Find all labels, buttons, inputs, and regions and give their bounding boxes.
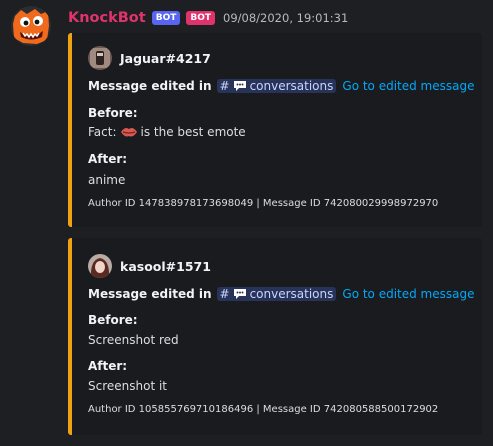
bot-tag: BOT <box>186 11 216 25</box>
author-avatar[interactable] <box>88 46 112 70</box>
edited-in-label: Message edited in <box>88 79 212 93</box>
embed-footer: Author ID 147838978173698049 | Message I… <box>88 198 439 209</box>
embed-title: Message edited in # conversations Go to … <box>88 287 475 301</box>
embed-author: Jaguar#4217 <box>88 46 211 70</box>
before-label: Before: <box>88 106 138 120</box>
channel-mention[interactable]: # conversations <box>216 287 337 301</box>
before-label: Before: <box>88 313 138 327</box>
bot-avatar[interactable] <box>11 6 51 46</box>
channel-mention[interactable]: # conversations <box>216 79 337 93</box>
embed-footer: Author ID 105855769710186496 | Message I… <box>88 404 439 415</box>
edit-log-embed: kasool#1571 Message edited in # conversa… <box>68 238 482 435</box>
after-label: After: <box>88 152 128 166</box>
message-header: KnockBot BOT BOT 09/08/2020, 19:01:31 <box>68 8 348 28</box>
anime-girl-avatar-icon <box>88 254 112 278</box>
after-value: anime <box>88 173 126 187</box>
drink-photo-avatar-icon <box>88 46 112 70</box>
after-label: After: <box>88 359 128 373</box>
edit-log-embed: Jaguar#4217 Message edited in # conversa… <box>68 33 482 227</box>
embed-author: kasool#1571 <box>88 254 211 278</box>
chat-bubble-icon <box>233 81 246 91</box>
after-value: Screenshot it <box>88 379 168 393</box>
bot-username[interactable]: KnockBot <box>68 10 146 26</box>
channel-hash: # <box>219 287 230 301</box>
go-to-message-link[interactable]: Go to edited message <box>342 79 474 93</box>
before-text-prefix: Fact: <box>88 125 117 139</box>
orange-monster-avatar-icon <box>11 6 51 46</box>
channel-name: conversations <box>249 287 334 301</box>
edited-in-label: Message edited in <box>88 287 212 301</box>
go-to-message-link[interactable]: Go to edited message <box>342 287 474 301</box>
embed-author-name[interactable]: kasool#1571 <box>120 259 211 274</box>
before-text-suffix: is the best emote <box>140 125 246 139</box>
chat-bubble-icon <box>233 289 246 299</box>
embed-author-name[interactable]: Jaguar#4217 <box>120 51 211 66</box>
bot-tag: BOT <box>151 11 181 25</box>
before-value: Fact: is the best emote <box>88 125 246 139</box>
embed-title: Message edited in # conversations Go to … <box>88 79 475 93</box>
author-avatar[interactable] <box>88 254 112 278</box>
channel-name: conversations <box>249 79 334 93</box>
before-value: Screenshot red <box>88 333 179 347</box>
lips-emote-icon[interactable] <box>120 125 138 139</box>
channel-hash: # <box>219 79 230 93</box>
message-timestamp[interactable]: 09/08/2020, 19:01:31 <box>223 11 348 25</box>
